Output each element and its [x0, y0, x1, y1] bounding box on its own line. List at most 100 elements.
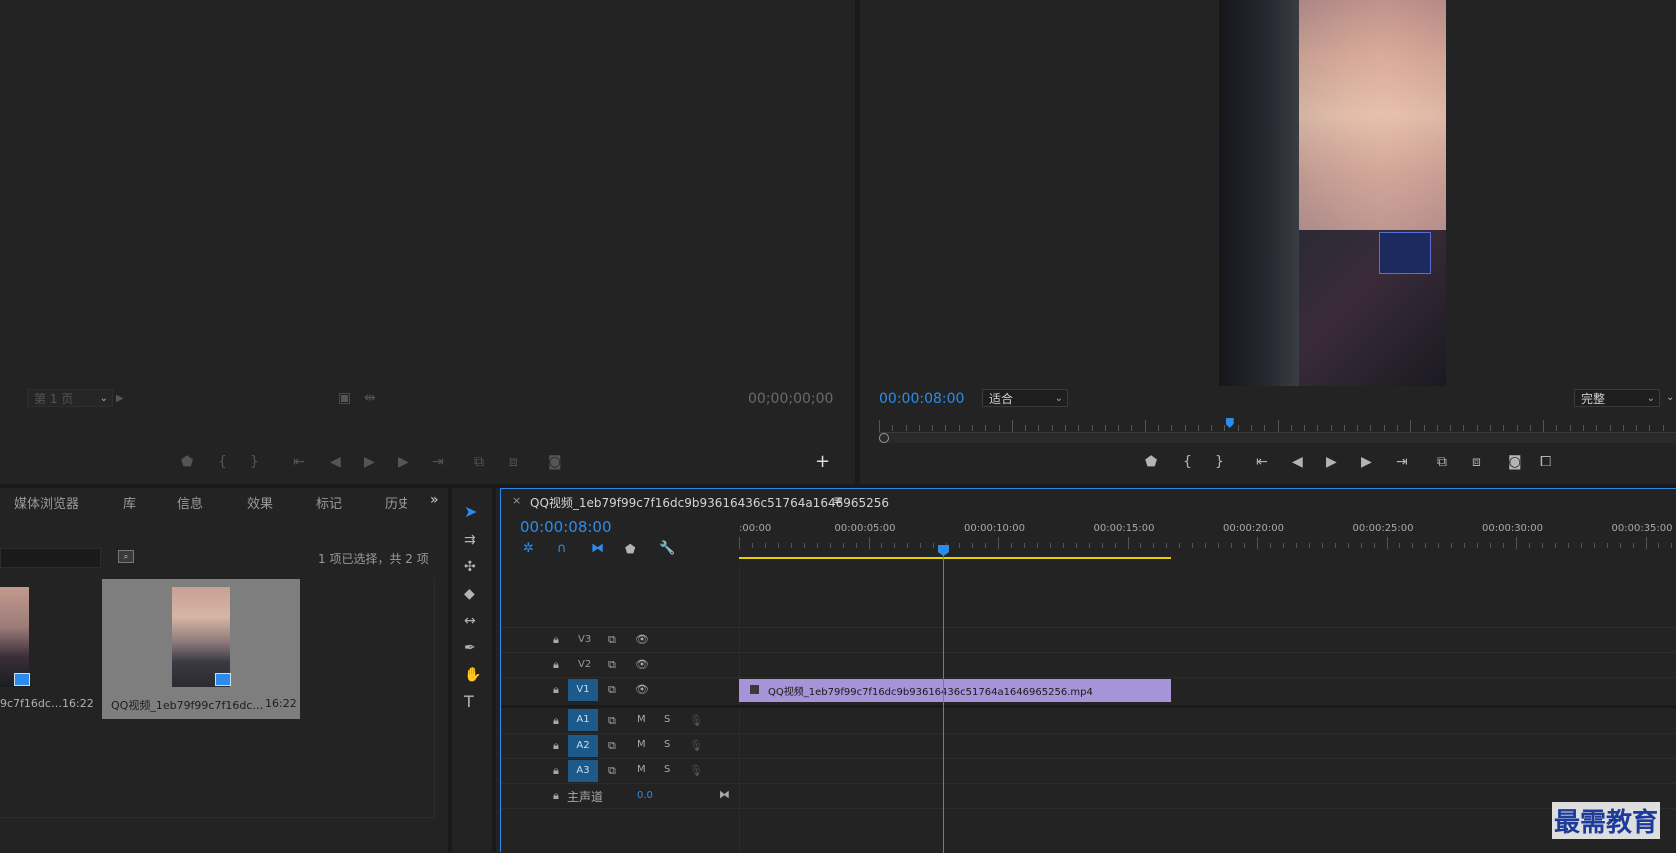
snap-icon[interactable]: ∩	[557, 542, 567, 556]
tab-effects[interactable]: 效果	[247, 493, 273, 512]
selection-tool-icon[interactable]: ➤	[464, 504, 477, 520]
overwrite-icon[interactable]: ⧈	[509, 455, 518, 469]
play-icon[interactable]: ▶	[1326, 455, 1337, 469]
track-label-a2[interactable]: A2	[568, 735, 598, 757]
tab-media-browser[interactable]: 媒体浏览器	[14, 493, 79, 512]
mark-in-icon[interactable]: {	[218, 455, 227, 469]
mute-button[interactable]: M	[637, 739, 646, 750]
lift-icon[interactable]: ⧉	[1437, 455, 1447, 469]
track-label-a3[interactable]: A3	[568, 760, 598, 782]
collapse-arrows-icon[interactable]: ⧓	[719, 788, 730, 801]
wrench-icon[interactable]: 🔧	[659, 542, 675, 556]
lock-icon[interactable]: 🔒︎	[553, 789, 559, 803]
timeline-timecode[interactable]: 00:00:08:00	[520, 518, 612, 536]
mute-button[interactable]: M	[637, 764, 646, 775]
scrollbar-handle-left[interactable]	[879, 433, 889, 443]
master-volume-value[interactable]: 0.0	[637, 790, 653, 801]
new-search-bin-icon[interactable]: ⌕	[118, 550, 134, 563]
mark-out-icon[interactable]: }	[1215, 455, 1224, 469]
tab-markers[interactable]: 标记	[316, 493, 342, 512]
drop-frame-icon[interactable]: ⇹	[364, 391, 376, 405]
type-tool-icon[interactable]: T	[464, 694, 474, 710]
lock-icon[interactable]: 🔒︎	[553, 683, 559, 697]
safe-margins-icon[interactable]: ▣	[338, 391, 351, 405]
go-to-out-icon[interactable]: ⇥	[432, 455, 444, 469]
lock-icon[interactable]: 🔒︎	[553, 739, 559, 753]
microphone-icon[interactable]: 🎙︎	[689, 764, 703, 777]
tab-library[interactable]: 库	[123, 493, 136, 512]
razor-tool-icon[interactable]: ◆	[464, 587, 475, 601]
mute-button[interactable]: M	[637, 714, 646, 725]
insert-icon[interactable]: ⧉	[474, 455, 484, 469]
track-label-v1[interactable]: V1	[568, 679, 598, 701]
settings-chevron-icon[interactable]: ⌄	[1666, 391, 1674, 405]
project-item-selected[interactable]: QQ视频_1eb79f99c7f16dc… 16:22	[102, 579, 300, 719]
sync-lock-icon[interactable]: ⧉	[608, 739, 616, 753]
go-to-in-icon[interactable]: ⇤	[293, 455, 305, 469]
program-playhead[interactable]	[1225, 418, 1234, 428]
program-mini-ruler[interactable]	[879, 418, 1676, 433]
solo-button[interactable]: S	[664, 714, 670, 725]
go-to-in-icon[interactable]: ⇤	[1256, 455, 1268, 469]
lock-icon[interactable]: 🔒︎	[553, 658, 559, 672]
add-button-icon[interactable]: +	[815, 453, 830, 471]
lock-icon[interactable]: 🔒︎	[553, 764, 559, 778]
sync-lock-icon[interactable]: ⧉	[608, 658, 616, 672]
source-page-select[interactable]: 第 1 页 ⌄	[27, 389, 113, 407]
track-label-v3[interactable]: V3	[578, 634, 591, 645]
slip-tool-icon[interactable]: ↔	[464, 614, 476, 628]
master-track-label[interactable]: 主声道	[567, 788, 603, 805]
go-to-out-icon[interactable]: ⇥	[1396, 455, 1408, 469]
step-forward-icon[interactable]: ▶	[398, 455, 409, 469]
pen-tool-icon[interactable]: ✒	[464, 641, 476, 655]
linked-selection-icon[interactable]: ⧓	[591, 542, 604, 556]
sync-lock-icon[interactable]: ⧉	[608, 683, 616, 697]
comparison-view-icon[interactable]: ⧠	[1540, 455, 1551, 469]
panel-menu-icon[interactable]: ≡	[833, 493, 843, 507]
solo-button[interactable]: S	[664, 764, 670, 775]
step-back-icon[interactable]: ◀	[330, 455, 341, 469]
project-item[interactable]: 9c7f16dc… 16:22	[0, 579, 98, 719]
sync-lock-icon[interactable]: ⧉	[608, 633, 616, 647]
nest-toggle-icon[interactable]: ✲	[523, 542, 534, 556]
close-tab-icon[interactable]: ×	[512, 494, 521, 507]
track-label-a1[interactable]: A1	[568, 709, 598, 731]
hand-tool-icon[interactable]: ✋	[464, 668, 481, 682]
microphone-icon[interactable]: 🎙︎	[689, 714, 703, 727]
program-quality-select[interactable]: 完整 ⌄	[1574, 389, 1660, 407]
add-marker-icon[interactable]: ⬟	[625, 542, 635, 556]
tab-history[interactable]: 历史	[385, 493, 407, 512]
track-label-v2[interactable]: V2	[578, 659, 591, 670]
eye-icon[interactable]: 👁︎	[635, 658, 649, 671]
step-back-icon[interactable]: ◀	[1292, 455, 1303, 469]
step-forward-icon[interactable]: ▶	[1361, 455, 1372, 469]
export-frame-icon[interactable]: ◙	[1508, 455, 1522, 469]
tab-overflow-icon[interactable]: »	[430, 492, 439, 508]
program-zoom-select[interactable]: 适合 ⌄	[982, 389, 1068, 407]
video-clip[interactable]: QQ视频_1eb79f99c7f16dc9b93616436c51764a164…	[739, 679, 1171, 702]
ripple-edit-tool-icon[interactable]: ✣	[464, 560, 476, 574]
solo-button[interactable]: S	[664, 739, 670, 750]
export-frame-icon[interactable]: ◙	[548, 455, 562, 469]
marker-icon[interactable]: ⬟	[1145, 455, 1157, 469]
eye-icon[interactable]: 👁︎	[635, 683, 649, 696]
mark-in-icon[interactable]: {	[1183, 455, 1192, 469]
sync-lock-icon[interactable]: ⧉	[608, 764, 616, 778]
track-select-tool-icon[interactable]: ⇉	[464, 533, 476, 547]
program-zoom-scrollbar[interactable]	[879, 433, 1676, 443]
marker-icon[interactable]: ⬟	[181, 455, 193, 469]
extract-icon[interactable]: ⧈	[1472, 455, 1481, 469]
sync-lock-icon[interactable]: ⧉	[608, 714, 616, 728]
play-triangle-icon[interactable]: ▶	[116, 392, 124, 406]
work-area-bar[interactable]	[739, 557, 1171, 559]
mark-out-icon[interactable]: }	[250, 455, 259, 469]
program-timecode[interactable]: 00:00:08:00	[879, 391, 964, 407]
eye-icon[interactable]: 👁︎	[635, 633, 649, 646]
lock-icon[interactable]: 🔒︎	[553, 714, 559, 728]
microphone-icon[interactable]: 🎙︎	[689, 739, 703, 752]
tab-info[interactable]: 信息	[177, 493, 203, 512]
play-icon[interactable]: ▶	[364, 455, 375, 469]
project-search-input[interactable]	[0, 548, 101, 568]
lock-icon[interactable]: 🔒︎	[553, 633, 559, 647]
timeline-ruler[interactable]: :00:00 00:00:05:00 00:00:10:00 00:00:15:00 0…	[739, 519, 1676, 549]
